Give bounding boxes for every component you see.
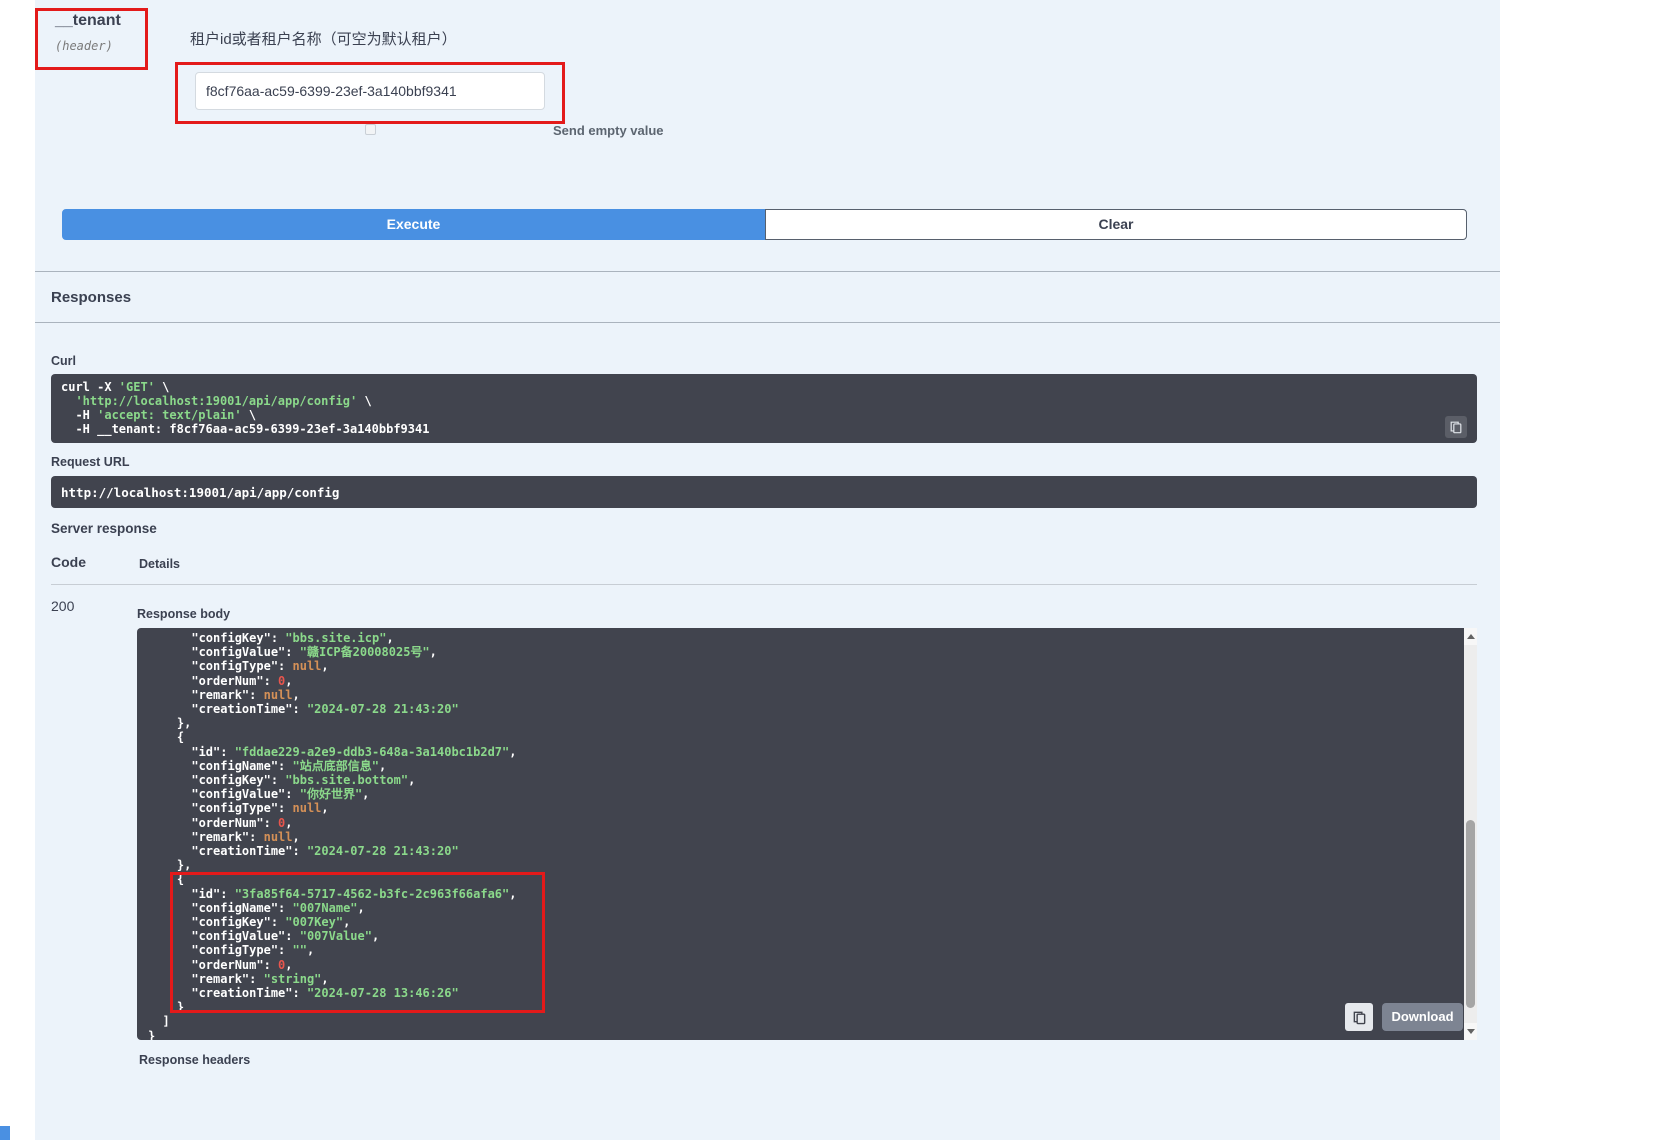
copy-curl-button[interactable] bbox=[1445, 416, 1467, 438]
request-url-value: http://localhost:19001/api/app/config bbox=[51, 476, 1477, 508]
scrollbar-thumb[interactable] bbox=[1466, 820, 1475, 1008]
response-body-scrollbar[interactable] bbox=[1464, 628, 1477, 1040]
table-divider bbox=[51, 584, 1477, 585]
details-column-header: Details bbox=[139, 557, 180, 571]
arrow-down-icon bbox=[1467, 1029, 1475, 1034]
swagger-operation-page: __tenant (header) 租户id或者租户名称（可空为默认租户） Se… bbox=[0, 0, 1667, 1140]
execute-button[interactable]: Execute bbox=[62, 209, 765, 240]
request-url-text: http://localhost:19001/api/app/config bbox=[61, 485, 339, 500]
response-headers-label: Response headers bbox=[139, 1053, 250, 1067]
arrow-up-icon bbox=[1467, 634, 1475, 639]
parameter-name-block: __tenant (header) bbox=[55, 12, 121, 53]
server-response-label: Server response bbox=[51, 521, 157, 536]
clipboard-icon bbox=[1352, 1010, 1367, 1025]
scroll-up-button[interactable] bbox=[1464, 628, 1477, 645]
copy-response-button[interactable] bbox=[1345, 1003, 1373, 1031]
parameter-location: (header) bbox=[55, 39, 121, 53]
curl-label: Curl bbox=[51, 354, 76, 368]
responses-title: Responses bbox=[51, 289, 131, 306]
send-empty-label: Send empty value bbox=[553, 123, 664, 138]
clipboard-icon bbox=[1449, 420, 1463, 434]
code-column-header: Code bbox=[51, 554, 86, 570]
send-empty-checkbox[interactable] bbox=[365, 124, 376, 135]
divider bbox=[35, 271, 1500, 272]
divider bbox=[35, 322, 1500, 323]
parameter-description: 租户id或者租户名称（可空为默认租户） bbox=[190, 28, 457, 49]
parameter-name: __tenant bbox=[55, 12, 121, 30]
tenant-input[interactable] bbox=[195, 72, 545, 110]
response-body-label: Response body bbox=[137, 607, 230, 621]
response-body: "configKey": "bbs.site.icp", "configValu… bbox=[137, 628, 1464, 1040]
clear-button[interactable]: Clear bbox=[765, 209, 1467, 240]
download-button[interactable]: Download bbox=[1382, 1003, 1463, 1031]
status-code: 200 bbox=[51, 598, 74, 614]
request-url-label: Request URL bbox=[51, 455, 129, 469]
curl-command: curl -X 'GET' \ 'http://localhost:19001/… bbox=[51, 374, 1477, 443]
scroll-down-button[interactable] bbox=[1464, 1023, 1477, 1040]
partial-blue-element bbox=[0, 1126, 10, 1140]
